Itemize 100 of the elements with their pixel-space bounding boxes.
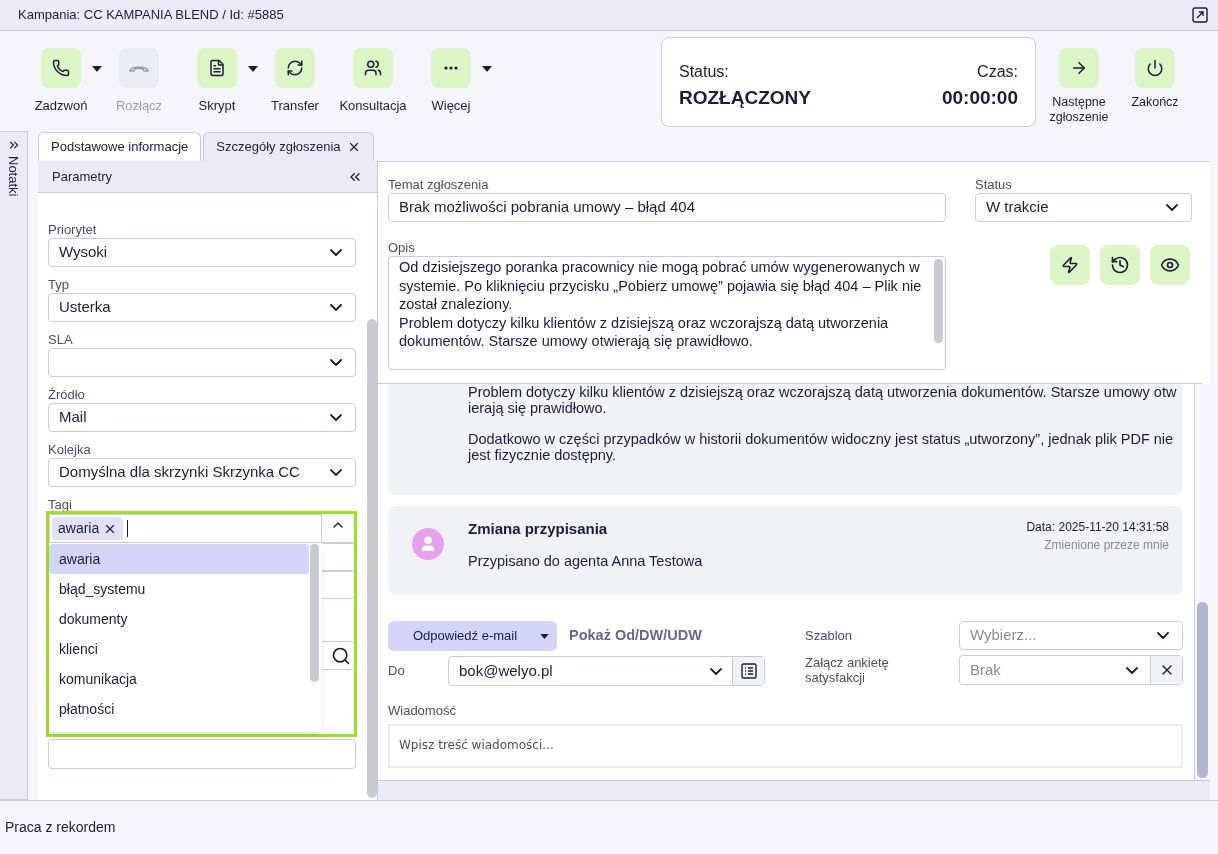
arrow-right-icon [1070,59,1088,77]
field-label: Opis [388,239,416,256]
eye-icon [1160,255,1180,275]
field-label: Tagi [48,497,73,512]
event-title: Zmiana przypisania [468,519,609,539]
tag-option[interactable]: komunikacja [49,664,309,694]
field-label: Status [975,176,1013,193]
toolbar-label: Rozłącz [115,97,163,115]
panel-title: Parametry [52,167,113,186]
chevron-down-icon [330,249,342,256]
lightning-icon [1061,256,1079,274]
tag-option[interactable]: klienci [49,634,309,664]
event-date: Data: 2025-11-20 14:31:58 [1026,519,1169,536]
toolbar-button[interactable] [275,48,315,88]
status-value: ROZŁĄCZONY [679,86,811,110]
window-title: Kampania: CC KAMPANIA BLEND / Id: #5885 [18,6,285,25]
text-field[interactable] [48,739,356,769]
tab[interactable]: Szczegóły zgłoszenia [203,132,374,161]
field-label: Do [388,662,406,681]
description-text: Od dzisiejszego poranka pracownicy nie mogą pobrać umów wygenerowanych w systemie. Po kliknięciu przycisku „Pobierz umowę” pojawia się błąd 404 – Plik nie został znaleziony. [399,258,923,314]
notes-label: Notatki [5,156,23,197]
select-field[interactable]: Domyślna dla skrzynki Skrzynka CC [48,458,356,487]
list-icon [740,663,757,679]
scrollbar-thumb[interactable] [367,319,377,798]
time-value: 00:00:00 [941,86,1018,110]
event-author: Zmienione przeze mnie [1044,537,1169,554]
description-field[interactable] [388,256,946,370]
toolbar-label: Konsultacja [339,97,407,115]
toolbar-button[interactable] [41,48,81,88]
caret-icon [540,633,549,639]
action-label: Następne zgłoszenie [1048,95,1110,125]
select-field[interactable]: Usterka [48,293,356,322]
field-label: Temat zgłoszenia [388,176,490,193]
more-icon [444,66,458,70]
tag-chip-label: awaria [58,519,100,538]
phone-icon [52,59,70,77]
chevron-down-icon [1157,632,1169,639]
field-label: Priorytet [48,222,98,237]
field-label: Wiadomość [388,702,457,720]
reply-mode-button[interactable]: Odpowiedź e-mail [388,621,557,651]
refresh-icon [286,59,304,77]
chevron-down-icon [330,469,342,476]
power-icon [1146,59,1164,77]
tab-label: Szczegóły zgłoszenia [216,138,341,157]
message-text: Dodatkowo w części przypadków w historii dokumentów widoczny jest status „utworzony”, jednak plik PDF nie jest fizycznie dostępny. [468,431,1175,463]
pop-out-icon[interactable] [1192,7,1208,23]
select-field[interactable]: Wysoki [48,238,356,267]
history-icon [1110,255,1130,275]
field-label: SLA [48,332,74,347]
action-button[interactable] [1059,48,1099,88]
toolbar-label: Zadzwoń [34,97,88,115]
field-label: Szablon [805,626,853,645]
search-icon[interactable] [331,645,351,666]
message-text: Problem dotyczy kilku klientów z dzisiejszą oraz wczorajszą datą utworzenia dokumentów. Starsze umowy otwierają się prawidłowo. [468,384,1177,416]
tag-option[interactable]: płatności [49,694,309,724]
tag-option[interactable]: błąd_systemu [49,574,309,604]
text-cursor [127,520,129,537]
select-field[interactable]: Mail [48,403,356,432]
scrollbar-thumb[interactable] [1197,602,1208,778]
notes-tab[interactable]: Notatki [0,131,28,800]
scrollbar-thumb[interactable] [310,544,319,682]
event-text: Przypisano do agenta Anna Testowa [468,551,704,571]
caret-icon[interactable] [248,66,258,72]
field-label: Źródło [48,387,86,402]
time-label: Czas: [977,62,1018,82]
tag-combobox[interactable]: awaria awaria błąd_systemu dokumenty klienci komunikacja płatności [46,511,357,737]
quick-action-button[interactable] [1050,245,1090,285]
select-field[interactable] [48,348,356,377]
clear-button[interactable] [1150,656,1182,684]
toggle-fields-link[interactable]: Pokaż Od/DW/UDW [569,625,702,647]
chevron-down-icon [330,359,342,366]
status-select[interactable]: W trakcie [975,193,1192,222]
scrollbar-thumb[interactable] [934,259,943,343]
document-icon [208,59,226,77]
caret-icon[interactable] [92,66,102,72]
preview-button[interactable] [1150,245,1190,285]
field-label: Załącz ankietę satysfakcji [805,655,890,685]
address-book-button[interactable] [732,657,764,685]
template-select[interactable]: Wybierz... [959,621,1183,650]
survey-select[interactable]: Brak [959,655,1183,685]
history-button[interactable] [1100,245,1140,285]
tag-option[interactable]: awaria [49,544,309,574]
message-field[interactable]: Wpisz treść wiadomości... [388,723,1183,768]
toolbar-button[interactable] [353,48,393,88]
chevron-down-icon [1166,204,1178,211]
toolbar-label: Skrypt [198,97,236,115]
status-bar-text: Praca z rekordem [5,818,116,837]
chevron-down-icon [330,414,342,421]
description-text: Problem dotyczy kilku klientów z dzisiejszą oraz wczorajszą datą utworzenia dokumentów. Starsze umowy otwierają się prawidłowo. [399,313,890,351]
action-button[interactable] [1135,48,1175,88]
field-label: Typ [48,277,70,292]
tag-option[interactable]: dokumenty [49,604,309,634]
field-label: Kolejka [48,442,92,457]
chevron-down-icon [330,304,342,311]
toolbar-label: Więcej [431,97,471,115]
tab[interactable]: Podstawowe informacje [38,132,202,161]
recipient-select[interactable]: bok@welyo.pl [448,656,765,686]
subject-field[interactable]: Brak możliwości pobrania umowy – błąd 404 [388,193,946,222]
caret-icon[interactable] [482,66,492,72]
toolbar-button[interactable] [197,48,237,88]
